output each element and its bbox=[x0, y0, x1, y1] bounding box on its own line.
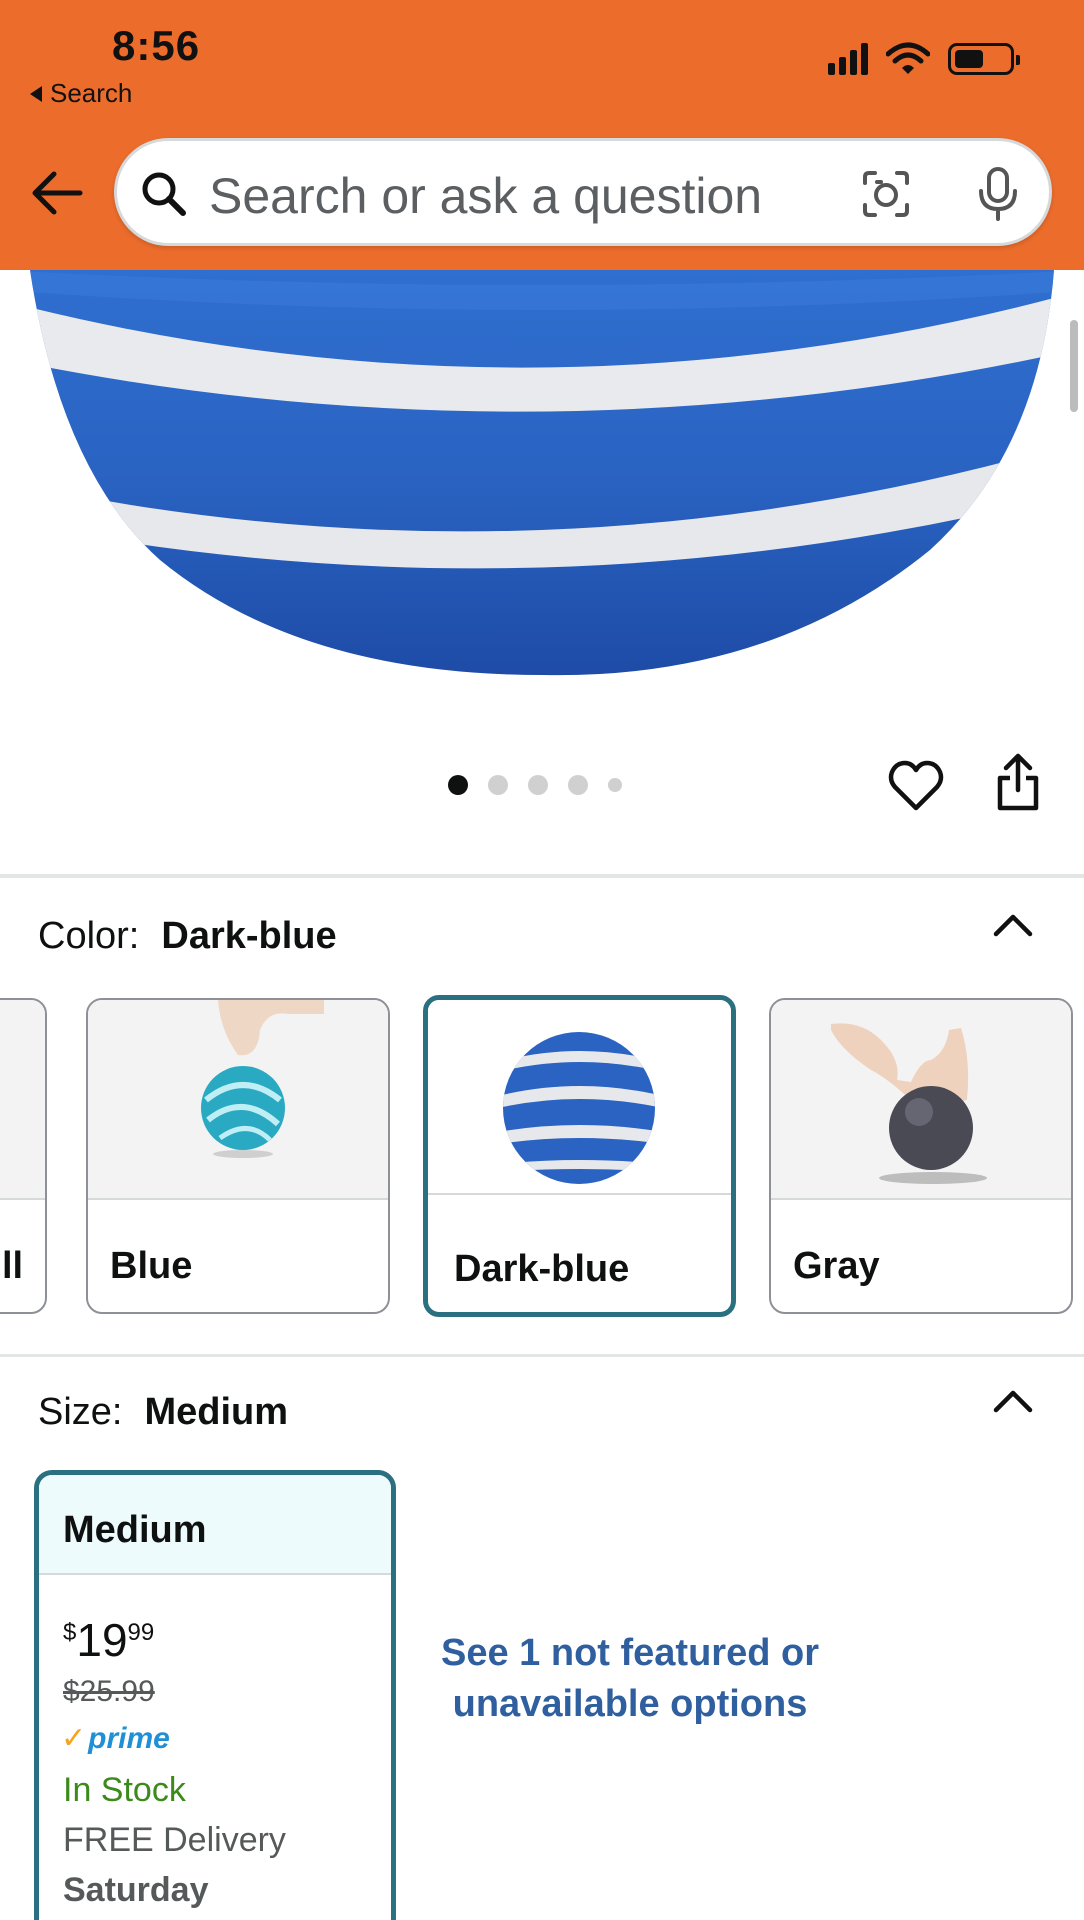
delivery-info: FREE Delivery bbox=[63, 1821, 286, 1859]
status-time: 8:56 bbox=[112, 22, 201, 69]
carousel-dot[interactable] bbox=[488, 775, 508, 795]
size-option-name: Medium bbox=[39, 1475, 391, 1575]
status-back-to-search[interactable]: Search bbox=[30, 78, 132, 109]
color-option-label: Dark-blue bbox=[454, 1248, 630, 1290]
color-option-gray[interactable]: Gray bbox=[769, 998, 1073, 1314]
color-option-partial[interactable]: ll bbox=[0, 998, 47, 1314]
delivery-day: Saturday bbox=[63, 1871, 209, 1909]
back-triangle-icon bbox=[30, 85, 42, 102]
size-option-medium[interactable]: Medium $ 19 99 $25.99 ✓ prime In Stock FR… bbox=[34, 1470, 396, 1920]
status-icons bbox=[828, 42, 1020, 76]
search-icon bbox=[142, 172, 186, 216]
chevron-up-icon[interactable] bbox=[992, 1388, 1034, 1414]
prime-check-icon: ✓ bbox=[61, 1722, 87, 1755]
carousel-dot[interactable] bbox=[608, 778, 622, 792]
color-option-label: Blue bbox=[110, 1245, 193, 1287]
share-icon[interactable] bbox=[994, 752, 1042, 812]
color-option-label: ll bbox=[2, 1245, 24, 1287]
microphone-icon[interactable] bbox=[975, 167, 1021, 221]
battery-icon bbox=[948, 43, 1020, 75]
swatch-image bbox=[0, 1000, 45, 1200]
size-label: Size: Medium bbox=[38, 1391, 289, 1433]
carousel-dot[interactable] bbox=[448, 775, 468, 795]
search-input[interactable]: Search or ask a question bbox=[209, 167, 762, 225]
color-selected-value: Dark-blue bbox=[161, 915, 337, 957]
status-back-label: Search bbox=[50, 78, 133, 108]
search-bar[interactable]: Search or ask a question bbox=[114, 138, 1052, 246]
gray-ball-with-hand-image bbox=[831, 1023, 987, 1184]
wifi-icon bbox=[886, 42, 930, 74]
swatch-image bbox=[771, 1000, 1071, 1200]
list-price: $25.99 bbox=[63, 1675, 155, 1708]
price: $ 19 99 bbox=[63, 1614, 155, 1666]
color-label: Color: Dark-blue bbox=[38, 915, 337, 957]
color-option-blue[interactable]: Blue bbox=[86, 998, 390, 1314]
striped-ball-image bbox=[30, 270, 1054, 676]
carousel-dot[interactable] bbox=[568, 775, 588, 795]
heart-icon[interactable] bbox=[888, 760, 944, 812]
swatch-image bbox=[428, 1000, 731, 1195]
see-unavailable-options-link[interactable]: See 1 not featured or unavailable option… bbox=[430, 1628, 830, 1730]
dark-blue-ball-image bbox=[503, 1032, 655, 1184]
image-carousel-dots[interactable] bbox=[448, 775, 622, 795]
prime-badge: ✓ prime bbox=[61, 1721, 170, 1756]
back-arrow-icon[interactable] bbox=[28, 165, 84, 221]
carousel-dot[interactable] bbox=[528, 775, 548, 795]
blue-ball-with-finger-image bbox=[201, 1000, 324, 1158]
camera-lens-icon[interactable] bbox=[861, 169, 911, 219]
color-option-label: Gray bbox=[793, 1245, 880, 1287]
section-divider bbox=[0, 1354, 1084, 1357]
chevron-up-icon[interactable] bbox=[992, 912, 1034, 938]
product-image[interactable] bbox=[0, 270, 1084, 680]
swatch-image bbox=[88, 1000, 388, 1200]
color-option-dark-blue[interactable]: Dark-blue bbox=[423, 995, 736, 1317]
section-divider bbox=[0, 874, 1084, 878]
cellular-signal-icon bbox=[828, 43, 868, 75]
size-selected-value: Medium bbox=[144, 1391, 289, 1433]
stock-status: In Stock bbox=[63, 1771, 186, 1809]
scroll-indicator[interactable] bbox=[1070, 320, 1078, 412]
header-bar: 8:56 Search Search or ask a question bbox=[0, 0, 1084, 270]
